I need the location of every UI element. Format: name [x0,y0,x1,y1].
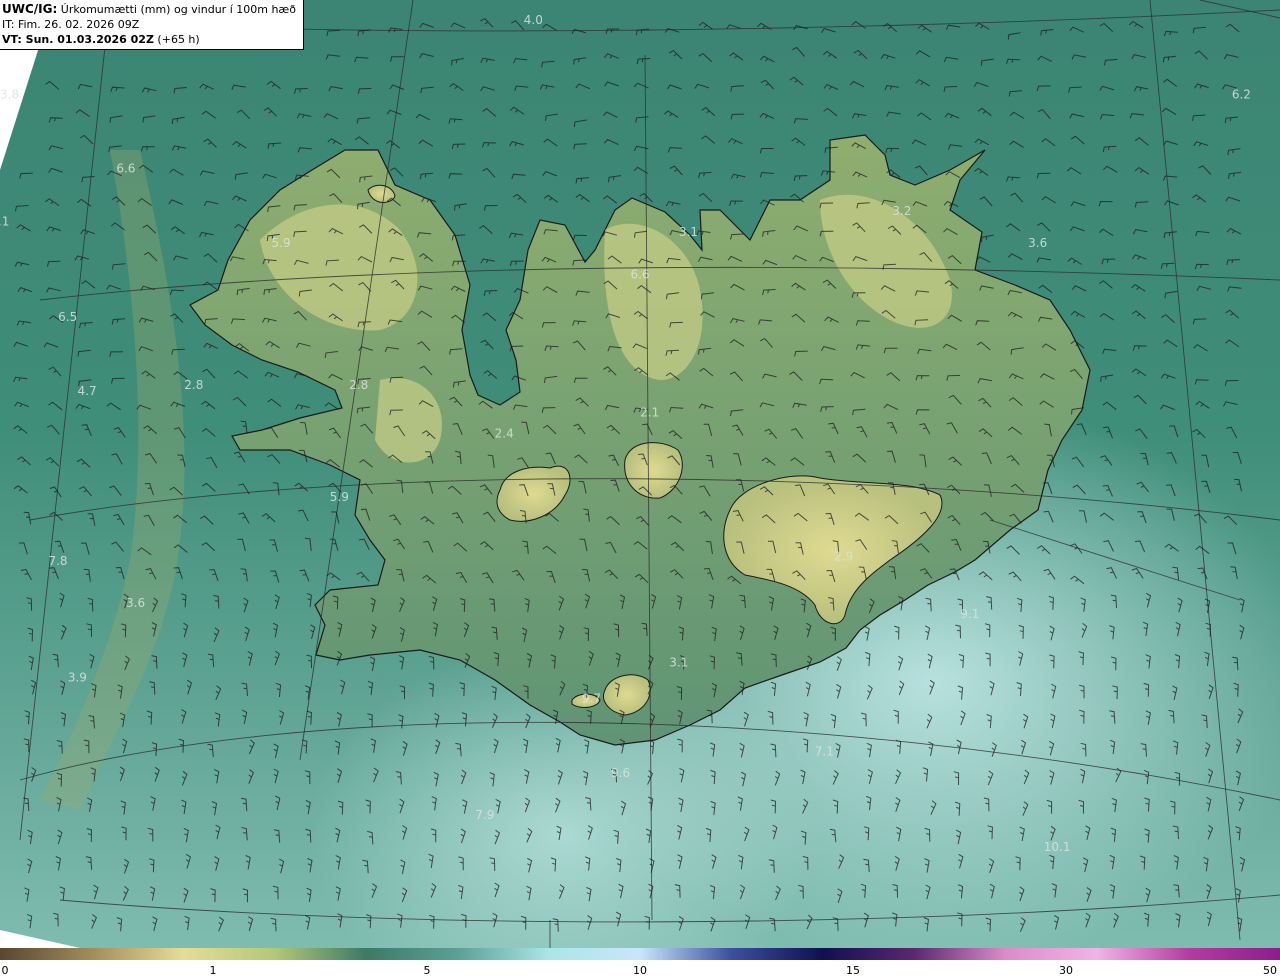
colorbar-tick-label: 10 [633,964,647,977]
value-label: 7.8 [48,554,67,568]
value-label: 3.1 [669,656,688,670]
value-label: 5.9 [330,490,349,504]
forecast-map[interactable]: 7.24.97.14.03.86.26.63.24.15.93.63.16.66… [0,0,1280,948]
value-label: 6.6 [116,162,135,176]
value-label: 10.1 [1044,840,1071,854]
colorbar-tick-label: 0 [1,964,9,977]
value-label: 2.8 [349,378,368,392]
value-label: 4.7 [78,384,97,398]
value-label: 6.2 [1232,87,1251,101]
map-info-box: UWC/IG: Úrkomumætti (mm) og vindur í 100… [0,0,304,50]
precip-colorbar: 0 1 5 10 15 30 50 [0,948,1280,978]
value-label: 3.6 [1028,236,1047,250]
info-line-1: UWC/IG: Úrkomumætti (mm) og vindur í 100… [2,2,296,16]
value-label: 2.9 [834,550,853,564]
value-label: 6.6 [630,268,649,282]
value-label: 5.9 [272,236,291,250]
value-label: 7.9 [475,808,494,822]
value-label: 4.0 [524,13,543,27]
value-label: 2.1 [640,405,659,419]
value-label: 9.7 [582,692,601,706]
value-label: 2.4 [495,427,514,441]
info-line-3: VT: Sun. 01.03.2026 02Z (+65 h) [2,33,200,46]
value-label: 4.1 [0,215,9,229]
value-label: 9.1 [960,607,979,621]
colorbar-tick-label: 50 [1263,964,1277,977]
value-label: 2.8 [184,378,203,392]
value-label: 3.8 [0,87,19,101]
value-label: 3.6 [126,596,145,610]
value-label: 6.5 [58,310,77,324]
value-label: 3.9 [68,670,87,684]
colorbar-tick-label: 5 [423,964,431,977]
colorbar-gradient [0,948,1280,960]
info-line-2: IT: Fim. 26. 02. 2026 09Z [2,18,140,31]
colorbar-strip [0,948,1280,960]
value-label: 3.1 [679,225,698,239]
colorbar-tick-label: 1 [209,964,217,977]
value-label: 3.2 [892,204,911,218]
colorbar-tick-label: 30 [1059,964,1073,977]
value-label: 9.6 [611,766,630,780]
value-label: 7.1 [815,745,834,759]
colorbar-tick-label: 15 [846,964,860,977]
